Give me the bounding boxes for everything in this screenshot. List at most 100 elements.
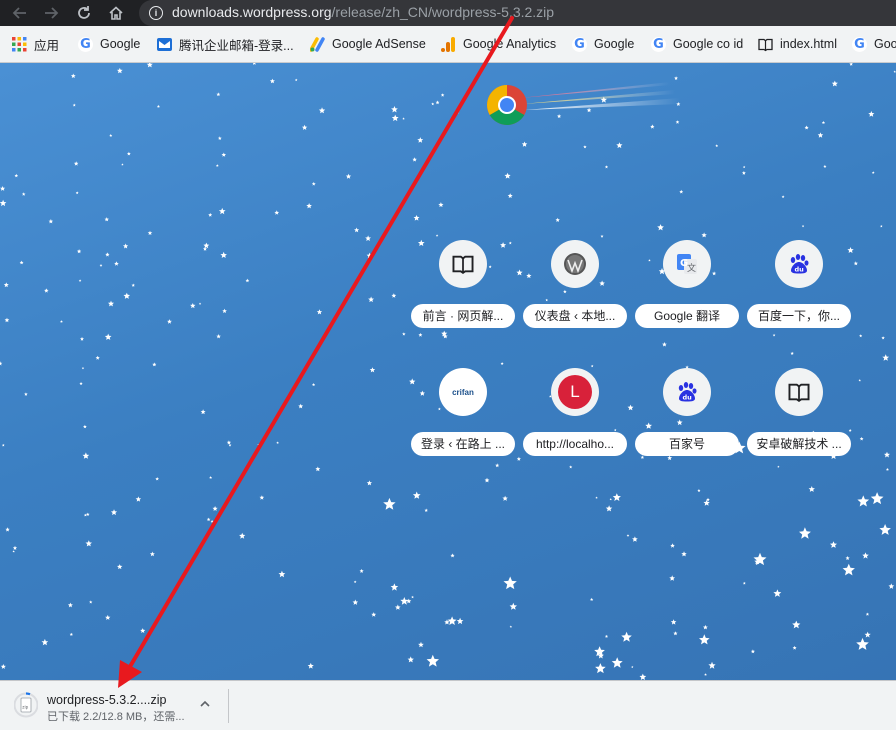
star-decoration bbox=[104, 217, 109, 222]
bookmark-label: 腾讯企业邮箱-登录... bbox=[179, 38, 294, 53]
analytics-icon bbox=[441, 36, 455, 52]
star-decoration bbox=[48, 219, 54, 224]
star-decoration bbox=[600, 234, 604, 238]
star-decoration bbox=[742, 171, 746, 175]
star-decoration bbox=[391, 293, 397, 298]
star-decoration bbox=[1, 443, 5, 447]
star-decoration bbox=[484, 477, 490, 483]
shortcut-tile[interactable]: 安卓破解技术 ... bbox=[747, 368, 851, 478]
bookmark-google-2[interactable]: G Google bbox=[572, 35, 634, 53]
google-translate-icon: G文 bbox=[677, 254, 697, 274]
star-decoration bbox=[431, 102, 435, 106]
star-decoration bbox=[371, 612, 377, 617]
reload-icon bbox=[78, 6, 90, 19]
star-decoration bbox=[226, 440, 232, 445]
download-item[interactable]: zip wordpress-5.3.2....zip 已下载 2.2/12.8 … bbox=[0, 681, 226, 730]
star-decoration bbox=[167, 319, 172, 324]
address-bar[interactable]: i downloads.wordpress.org/release/zh_CN/… bbox=[139, 0, 896, 26]
star-decoration bbox=[703, 624, 708, 630]
star-decoration bbox=[146, 63, 153, 68]
star-decoration bbox=[669, 575, 675, 581]
download-menu-button[interactable] bbox=[196, 695, 214, 713]
shortcut-label: 百家号 bbox=[635, 432, 739, 456]
star-decoration bbox=[12, 550, 15, 553]
star-decoration bbox=[85, 540, 92, 547]
star-decoration bbox=[12, 545, 18, 550]
star-decoration bbox=[19, 260, 24, 265]
star-decoration bbox=[212, 506, 218, 511]
bookmark-label: index.html bbox=[780, 37, 837, 51]
star-decoration bbox=[509, 602, 517, 610]
bookmark-apps[interactable]: 应用 bbox=[12, 35, 59, 53]
bookmark-tencent-mail[interactable]: 腾讯企业邮箱-登录... bbox=[157, 35, 294, 53]
star-decoration bbox=[105, 614, 111, 620]
site-info-icon[interactable]: i bbox=[149, 6, 163, 20]
star-decoration bbox=[218, 207, 226, 215]
star-decoration bbox=[611, 657, 623, 668]
star-decoration bbox=[72, 103, 76, 107]
star-decoration bbox=[742, 581, 746, 585]
star-decoration bbox=[221, 152, 226, 157]
bookmark-adsense[interactable]: Google AdSense bbox=[310, 35, 426, 53]
star-decoration bbox=[269, 78, 275, 84]
star-decoration bbox=[108, 300, 114, 307]
star-decoration bbox=[359, 568, 364, 573]
bookmark-google-co-id[interactable]: G Google co id bbox=[651, 35, 743, 53]
star-decoration bbox=[670, 619, 677, 625]
star-decoration bbox=[152, 362, 157, 367]
shortcut-icon: du bbox=[663, 368, 711, 416]
bookmark-label: Google bbox=[100, 37, 141, 51]
star-decoration bbox=[307, 662, 314, 669]
forward-button[interactable] bbox=[41, 3, 61, 23]
shortcut-tile[interactable]: 仪表盘 ‹ 本地... bbox=[523, 240, 627, 350]
shortcut-tile[interactable]: du 百度一下，你... bbox=[747, 240, 851, 350]
star-decoration bbox=[426, 654, 439, 667]
back-button[interactable] bbox=[10, 3, 30, 23]
tencent-mail-icon bbox=[157, 37, 172, 51]
zip-file-icon: zip bbox=[14, 692, 38, 718]
star-decoration bbox=[742, 165, 746, 169]
bookmark-google-3[interactable]: G Goo bbox=[852, 35, 896, 53]
bookmark-google[interactable]: G Google bbox=[78, 35, 140, 53]
star-decoration bbox=[412, 491, 421, 499]
star-decoration bbox=[509, 625, 512, 628]
book-icon bbox=[758, 38, 773, 51]
download-status: 已下载 2.2/12.8 MB，还需... bbox=[47, 711, 185, 723]
star-decoration bbox=[781, 195, 785, 198]
book-icon bbox=[452, 255, 474, 274]
star-decoration bbox=[631, 665, 634, 668]
adsense-icon bbox=[310, 36, 325, 52]
star-decoration bbox=[626, 534, 630, 537]
star-decoration bbox=[750, 649, 755, 654]
shortcut-tile[interactable]: L http://localho... bbox=[523, 368, 627, 478]
star-decoration bbox=[208, 212, 213, 217]
star-decoration bbox=[507, 193, 513, 198]
reload-button[interactable] bbox=[74, 3, 94, 23]
url-host: downloads.wordpress.org bbox=[172, 4, 332, 20]
shortcut-label: http://localho... bbox=[523, 432, 627, 456]
shortcut-label: Google 翻译 bbox=[635, 304, 739, 328]
star-decoration bbox=[880, 225, 883, 228]
star-decoration bbox=[354, 227, 360, 233]
home-button[interactable] bbox=[106, 3, 126, 23]
star-decoration bbox=[0, 199, 7, 207]
shortcut-tile[interactable]: crifan 登录 ‹ 在路上 ... bbox=[411, 368, 515, 478]
bookmark-analytics[interactable]: Google Analytics bbox=[441, 35, 556, 53]
star-decoration bbox=[60, 320, 63, 323]
star-decoration bbox=[438, 202, 444, 207]
bookmark-index-html[interactable]: index.html bbox=[758, 35, 837, 53]
svg-text:du: du bbox=[795, 266, 805, 274]
star-decoration bbox=[149, 551, 155, 557]
star-decoration bbox=[435, 234, 439, 237]
shortcut-tile[interactable]: 前言 · 网页解... bbox=[411, 240, 515, 350]
star-decoration bbox=[210, 519, 214, 523]
file-type-label: zip bbox=[22, 705, 28, 710]
star-decoration bbox=[865, 612, 870, 616]
star-decoration bbox=[673, 631, 678, 636]
shortcut-tile[interactable]: G文 Google 翻译 bbox=[635, 240, 739, 350]
shortcut-tile[interactable]: du 百家号 bbox=[635, 368, 739, 478]
star-decoration bbox=[454, 108, 460, 114]
star-decoration bbox=[86, 512, 90, 516]
star-decoration bbox=[402, 332, 406, 336]
star-decoration bbox=[621, 631, 632, 642]
